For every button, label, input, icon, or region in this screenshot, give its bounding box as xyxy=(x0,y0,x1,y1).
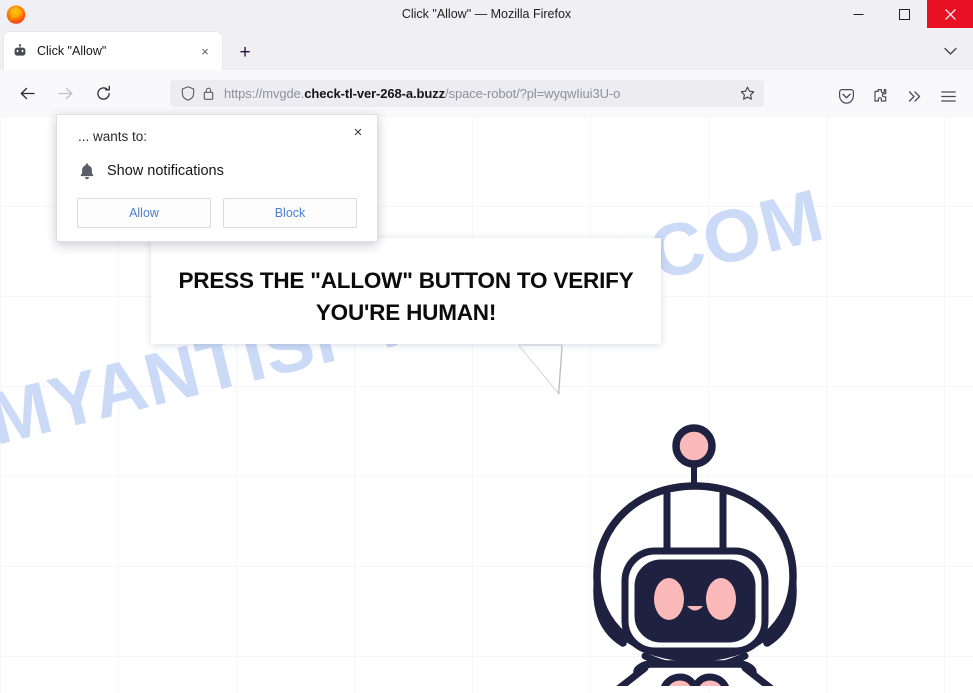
robot-favicon-icon xyxy=(12,43,28,59)
url-domain: check-tl-ver-268-a.buzz xyxy=(304,86,446,101)
url-bar[interactable]: https://mvgde.check-tl-ver-268-a.buzz/sp… xyxy=(170,80,764,107)
bubble-line-1: PRESS THE "ALLOW" BUTTON TO VERIFY xyxy=(178,268,634,293)
popup-buttons: Allow Block xyxy=(77,198,357,228)
tab-click-allow[interactable]: Click "Allow" × xyxy=(4,32,222,70)
url-text[interactable]: https://mvgde.check-tl-ver-268-a.buzz/sp… xyxy=(224,86,736,101)
url-subdomain: mvgde. xyxy=(262,86,305,101)
browser-window: Click "Allow" — Mozilla Firefox Click "A… xyxy=(0,0,973,693)
block-button[interactable]: Block xyxy=(223,198,357,228)
permission-row: Show notifications xyxy=(78,159,361,183)
popup-close-icon[interactable]: × xyxy=(347,121,369,143)
url-scheme: https:// xyxy=(224,86,263,101)
window-controls xyxy=(835,0,973,28)
permission-label: Show notifications xyxy=(107,163,224,179)
pocket-icon[interactable] xyxy=(829,81,863,111)
bell-icon xyxy=(78,162,96,180)
app-menu-hamburger-icon[interactable] xyxy=(931,81,965,111)
reload-button[interactable] xyxy=(86,77,120,109)
window-title: Click "Allow" — Mozilla Firefox xyxy=(401,7,572,21)
tab-title: Click "Allow" xyxy=(37,44,107,58)
shield-icon[interactable] xyxy=(177,85,198,103)
extensions-puzzle-icon[interactable] xyxy=(863,81,897,111)
back-button[interactable] xyxy=(10,77,44,109)
toolbar-icons xyxy=(829,81,965,111)
minimize-button[interactable] xyxy=(835,0,881,28)
notification-permission-popup: × ... wants to: Show notifications Allow… xyxy=(56,114,378,242)
lock-icon[interactable] xyxy=(198,85,219,103)
popup-host-label: ... wants to: xyxy=(78,129,148,144)
forward-button[interactable] xyxy=(48,77,82,109)
space-robot-illustration xyxy=(593,424,797,686)
tab-strip: Click "Allow" × + xyxy=(0,28,973,70)
tab-close-icon[interactable]: × xyxy=(196,42,214,60)
maximize-button[interactable] xyxy=(881,0,927,28)
overflow-chevrons-icon[interactable] xyxy=(897,81,931,111)
bookmark-star-icon[interactable] xyxy=(736,84,758,104)
close-window-button[interactable] xyxy=(927,0,973,28)
title-bar: Click "Allow" — Mozilla Firefox xyxy=(0,0,973,28)
new-tab-button[interactable]: + xyxy=(232,39,258,65)
speech-bubble-tail xyxy=(518,344,563,396)
url-path: /space-robot/?pl=wyqwIiui3U-o xyxy=(445,86,621,101)
allow-button[interactable]: Allow xyxy=(77,198,211,228)
list-all-tabs-chevron-down-icon[interactable] xyxy=(937,40,963,62)
